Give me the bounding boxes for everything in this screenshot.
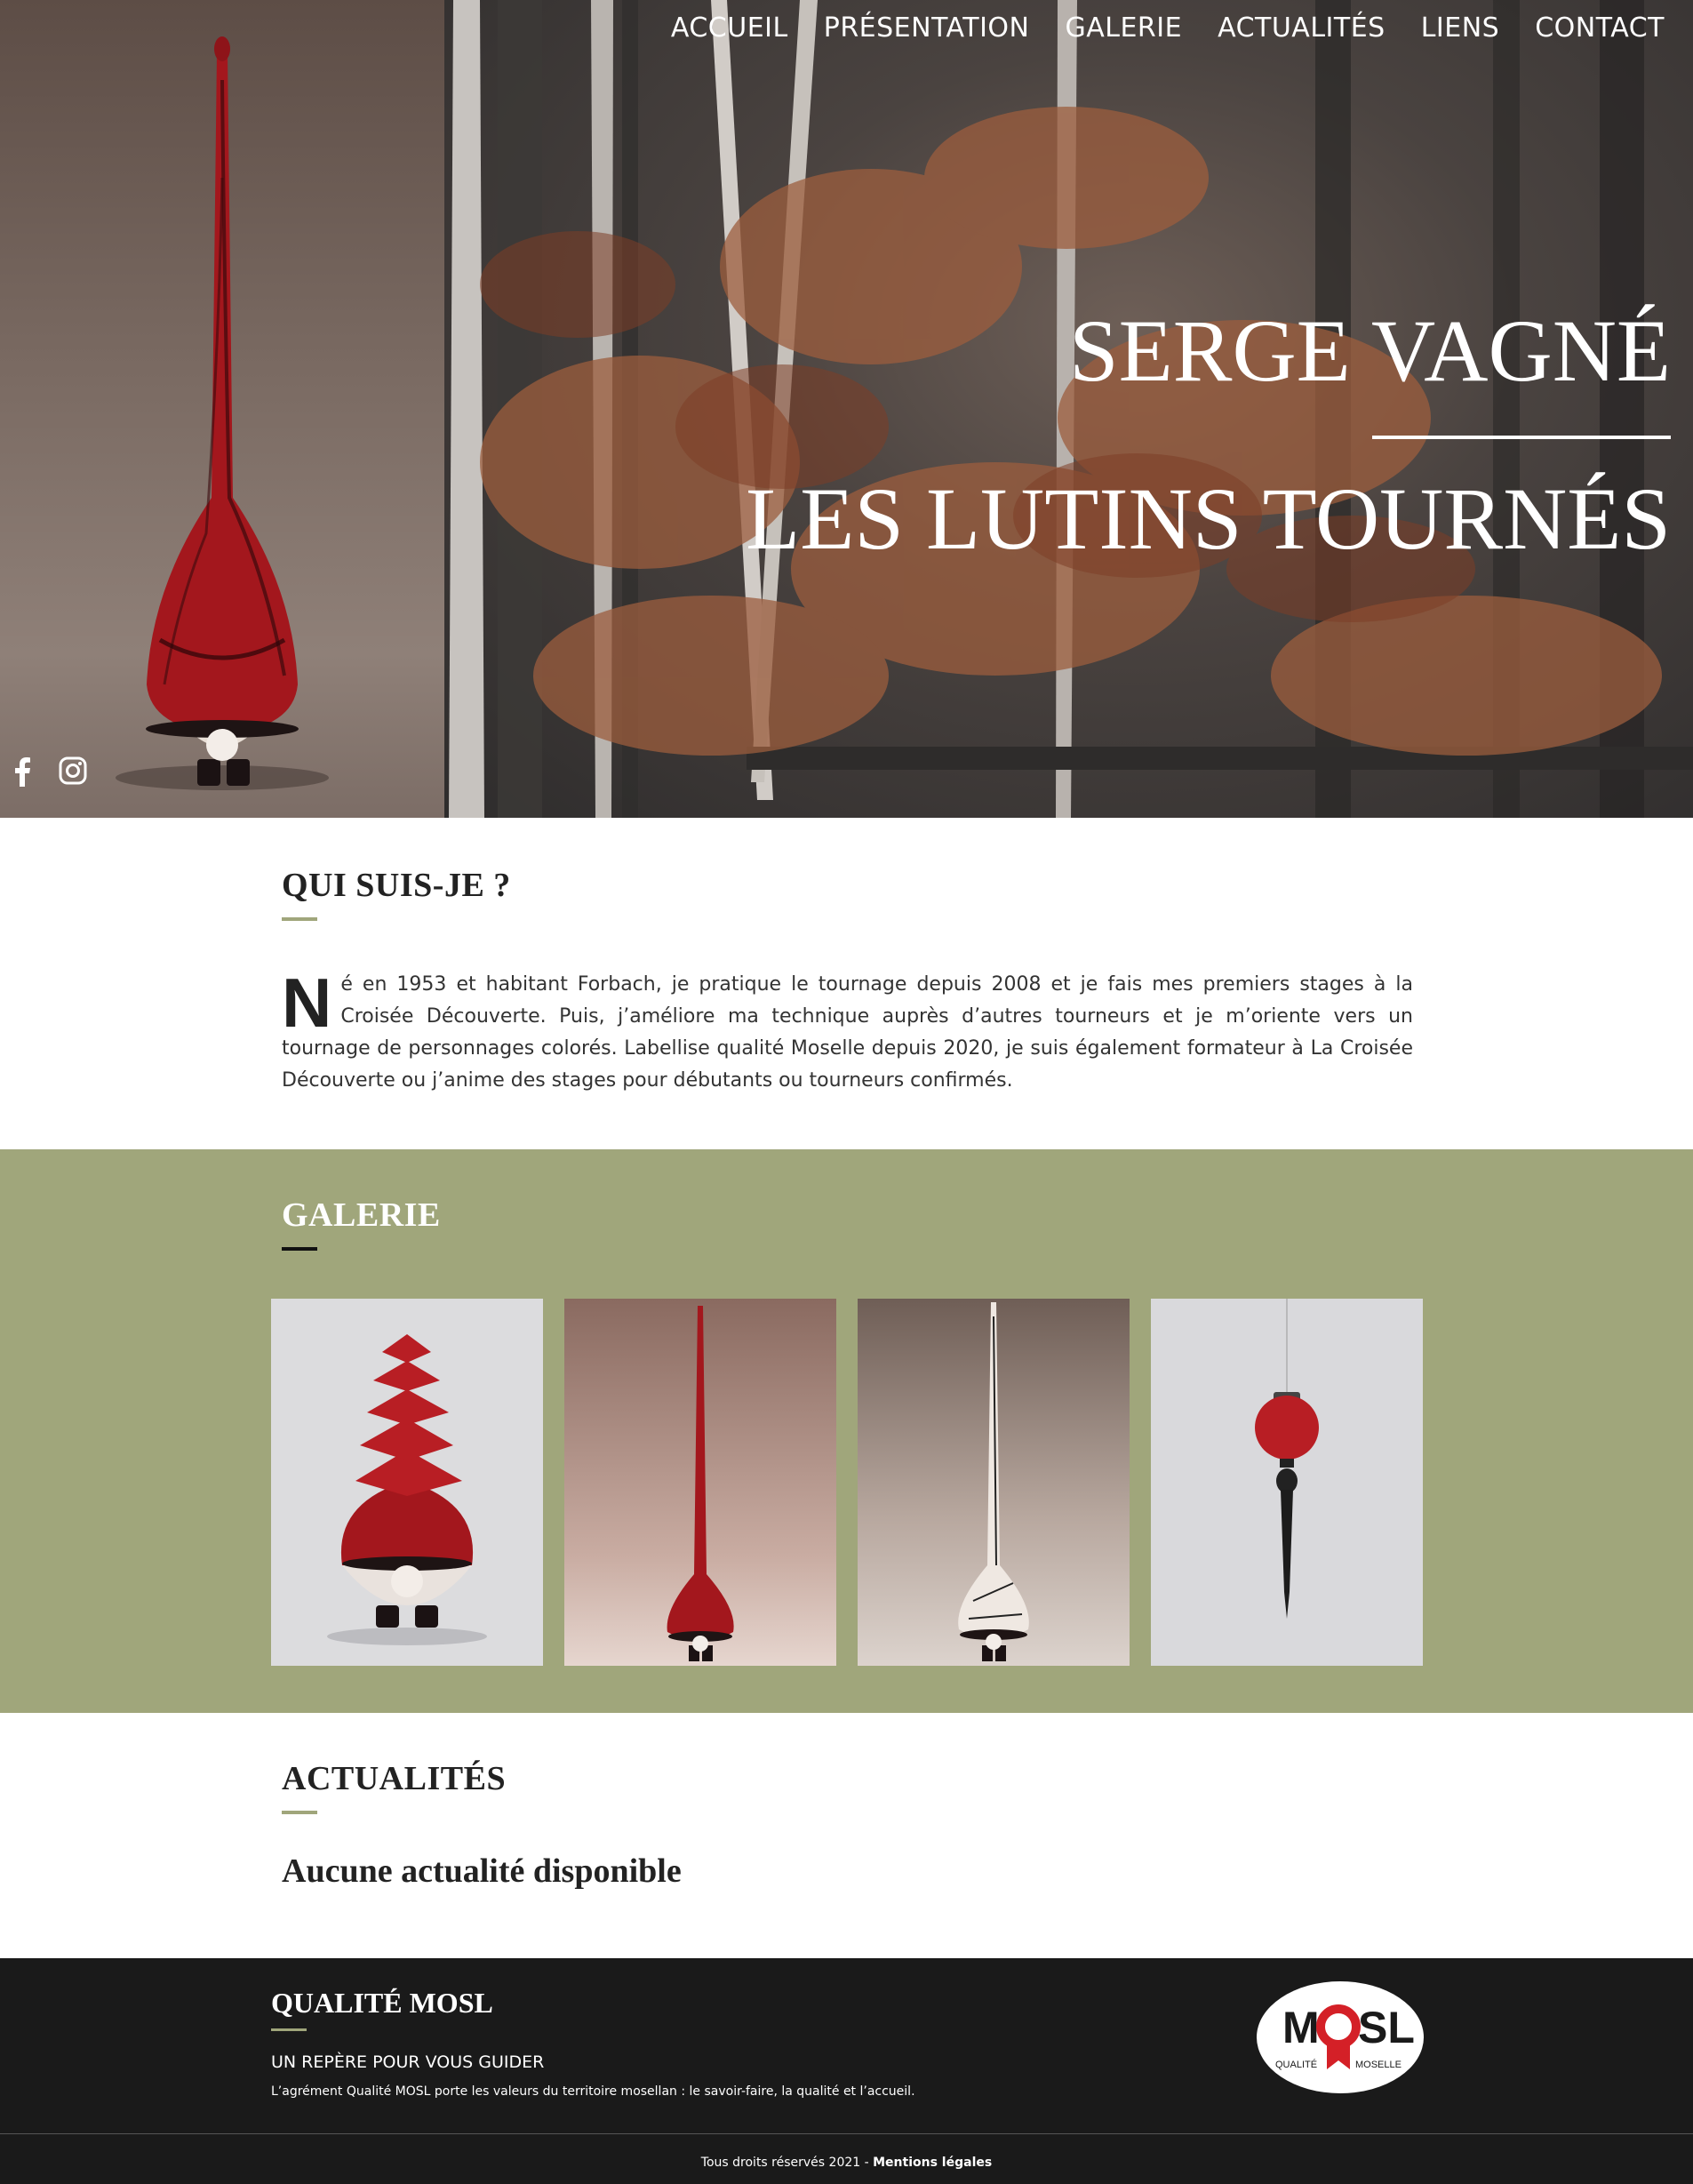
gallery-image-red-ornament[interactable]	[1151, 1299, 1423, 1666]
gallery-grid	[271, 1299, 1423, 1666]
copyright-text: Tous droits réservés 2021 -	[700, 2156, 874, 2170]
about-drop-letter: N	[282, 964, 332, 1042]
nav-accueil[interactable]: ACCUEIL	[671, 12, 788, 44]
news-title-underline	[282, 1811, 317, 1814]
footer-divider	[0, 2133, 1693, 2134]
hero-banner: ACCUEIL PRÉSENTATION GALERIE ACTUALITÉS …	[0, 0, 1693, 818]
footer-description: L’agrément Qualité MOSL porte les valeur…	[271, 2084, 915, 2099]
hero-title-divider	[1372, 436, 1671, 439]
about-title: QUI SUIS-JE ?	[282, 867, 511, 904]
hero-title-name: SERGE VAGNÉ	[1069, 301, 1671, 400]
mosl-logo[interactable]: M SL QUALITÉ MOSELLE	[1256, 1980, 1425, 2099]
nav-contact[interactable]: CONTACT	[1535, 12, 1665, 44]
footer-title-underline	[271, 2028, 307, 2031]
gallery-title: GALERIE	[282, 1196, 441, 1234]
nav-liens[interactable]: LIENS	[1421, 12, 1500, 44]
social-links	[12, 756, 87, 791]
hero-gnome-photo	[0, 0, 444, 818]
hero-title-subtitle: LES LUTINS TOURNÉS	[746, 469, 1671, 568]
footer: QUALITÉ MOSL UN REPÈRE POUR VOUS GUIDER …	[0, 1958, 1693, 2184]
about-body: é en 1953 et habitant Forbach, je pratiq…	[282, 973, 1413, 1092]
svg-text:M: M	[1282, 2003, 1320, 2052]
nav-actualites[interactable]: ACTUALITÉS	[1218, 12, 1386, 44]
news-section: ACTUALITÉS Aucune actualité disponible	[0, 1713, 1693, 1958]
gallery-image-stacked-hat-gnome[interactable]	[271, 1299, 543, 1666]
news-empty-message: Aucune actualité disponible	[282, 1852, 682, 1890]
gallery-image-red-tall-gnome[interactable]	[564, 1299, 836, 1666]
svg-text:MOSELLE: MOSELLE	[1355, 2060, 1402, 2070]
facebook-icon[interactable]	[12, 756, 32, 791]
main-nav: ACCUEIL PRÉSENTATION GALERIE ACTUALITÉS …	[671, 12, 1665, 44]
gallery-section: GALERIE	[0, 1149, 1693, 1713]
footer-subtitle: UN REPÈRE POUR VOUS GUIDER	[271, 2052, 545, 2072]
svg-text:SL: SL	[1358, 2003, 1415, 2052]
about-title-underline	[282, 917, 317, 921]
footer-copyright: Tous droits réservés 2021 - Mentions lég…	[0, 2156, 1693, 2170]
nav-presentation[interactable]: PRÉSENTATION	[824, 12, 1030, 44]
hero-title: SERGE VAGNÉ LES LUTINS TOURNÉS	[746, 307, 1671, 564]
legal-link[interactable]: Mentions légales	[873, 2156, 992, 2170]
tall-gnome-illustration	[116, 36, 329, 790]
svg-text:QUALITÉ: QUALITÉ	[1275, 2059, 1317, 2070]
instagram-icon[interactable]	[59, 756, 87, 791]
news-title: ACTUALITÉS	[282, 1760, 507, 1797]
nav-galerie[interactable]: GALERIE	[1065, 12, 1182, 44]
about-section: QUI SUIS-JE ? Né en 1953 et habitant For…	[0, 818, 1693, 1149]
gallery-title-underline	[282, 1247, 317, 1251]
footer-title: QUALITÉ MOSL	[271, 1987, 493, 2019]
about-text: Né en 1953 et habitant Forbach, je prati…	[282, 964, 1413, 1097]
gallery-image-white-tall-gnome[interactable]	[858, 1299, 1130, 1666]
